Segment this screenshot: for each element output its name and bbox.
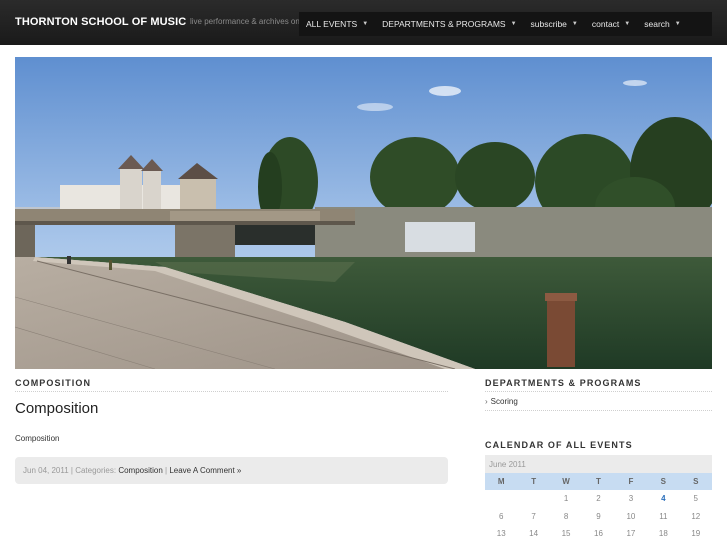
site-tagline: live performance & archives on: [190, 17, 300, 26]
calendar-day: 5: [693, 494, 698, 504]
post-date: Jun 04, 2011: [23, 466, 69, 475]
calendar-day: 12: [691, 511, 701, 521]
calendar-week: 13 14 15 16 17 18 19: [485, 525, 712, 543]
category-link[interactable]: Composition: [118, 466, 162, 475]
nav-label: DEPARTMENTS & PROGRAMS: [382, 19, 506, 29]
sidebar-item-label: Scoring: [490, 397, 518, 406]
weekday-label: T: [596, 477, 601, 486]
departments-heading: DEPARTMENTS & PROGRAMS: [485, 378, 642, 388]
weekday-label: W: [562, 477, 570, 486]
calendar-weekdays: M T W T F S S: [485, 473, 712, 490]
calendar-month: June 2011: [485, 455, 712, 473]
sidebar-item-scoring[interactable]: › Scoring: [485, 397, 518, 406]
meta-separator: | Categories:: [68, 466, 119, 475]
calendar-day: 7: [531, 511, 536, 521]
calendar-day: 13: [496, 529, 506, 539]
nav-departments-programs[interactable]: DEPARTMENTS & PROGRAMS ▼: [375, 12, 523, 36]
nav-label: subscribe: [530, 19, 567, 29]
calendar-day: 1: [563, 494, 569, 504]
nav-label: search: [644, 19, 670, 29]
divider: [15, 391, 448, 392]
calendar-day: 14: [529, 529, 539, 539]
caret-down-icon: ▼: [571, 21, 578, 27]
category-heading: COMPOSITION: [15, 378, 92, 388]
leave-comment-link[interactable]: Leave A Comment »: [169, 466, 241, 475]
calendar-day: 8: [563, 511, 569, 521]
calendar-day: 16: [594, 529, 603, 539]
nav-contact[interactable]: contact ▼: [585, 12, 637, 36]
caret-down-icon: ▼: [362, 21, 369, 27]
caret-down-icon: ▼: [510, 21, 517, 27]
chevron-right-icon: ›: [485, 397, 488, 406]
post-meta: Jun 04, 2011 | Categories: Composition |…: [15, 457, 448, 484]
weekday-label: S: [660, 477, 667, 486]
events-calendar: June 2011 M T W T F S S 1 2 3 4 5 6 7 8 …: [485, 455, 712, 543]
calendar-day: [517, 490, 549, 508]
post-body: Composition: [15, 434, 60, 443]
weekday-label: S: [693, 477, 699, 486]
site-header: THORNTON SCHOOL OF MUSIC live performanc…: [0, 0, 727, 45]
caret-down-icon: ▼: [674, 21, 681, 27]
hero-image: [15, 57, 712, 369]
weekday-label: F: [628, 477, 634, 486]
post-title[interactable]: Composition: [15, 400, 98, 417]
site-title[interactable]: THORNTON SCHOOL OF MUSIC: [15, 16, 186, 28]
divider: [485, 410, 712, 411]
divider: [485, 391, 712, 392]
calendar-day: 15: [561, 529, 571, 539]
calendar-heading: CALENDAR OF ALL EVENTS: [485, 440, 633, 450]
calendar-day-link[interactable]: 4: [647, 490, 679, 508]
caret-down-icon: ▼: [624, 21, 631, 27]
calendar-day: 9: [596, 511, 601, 521]
calendar-day: 10: [626, 511, 636, 521]
calendar-day: 2: [596, 494, 601, 504]
nav-label: contact: [591, 19, 620, 29]
nav-all-events[interactable]: ALL EVENTS ▼: [299, 12, 375, 36]
calendar-week: 1 2 3 4 5: [485, 490, 712, 508]
calendar-week: 6 7 8 9 10 11 12: [485, 508, 712, 526]
calendar-day: 6: [498, 511, 504, 521]
nav-subscribe[interactable]: subscribe ▼: [524, 12, 585, 36]
weekday-label: T: [531, 477, 537, 486]
calendar-day: [485, 490, 517, 508]
main-nav: ALL EVENTS ▼ DEPARTMENTS & PROGRAMS ▼ subs…: [299, 12, 712, 36]
calendar-day: 11: [659, 511, 668, 521]
nav-label: ALL EVENTS: [306, 19, 358, 29]
calendar-day: 19: [691, 529, 701, 539]
calendar-day: 18: [658, 529, 668, 539]
nav-search[interactable]: search ▼: [637, 12, 687, 36]
calendar-day: 17: [626, 529, 636, 539]
calendar-day: 3: [628, 494, 634, 504]
weekday-label: M: [497, 477, 505, 486]
